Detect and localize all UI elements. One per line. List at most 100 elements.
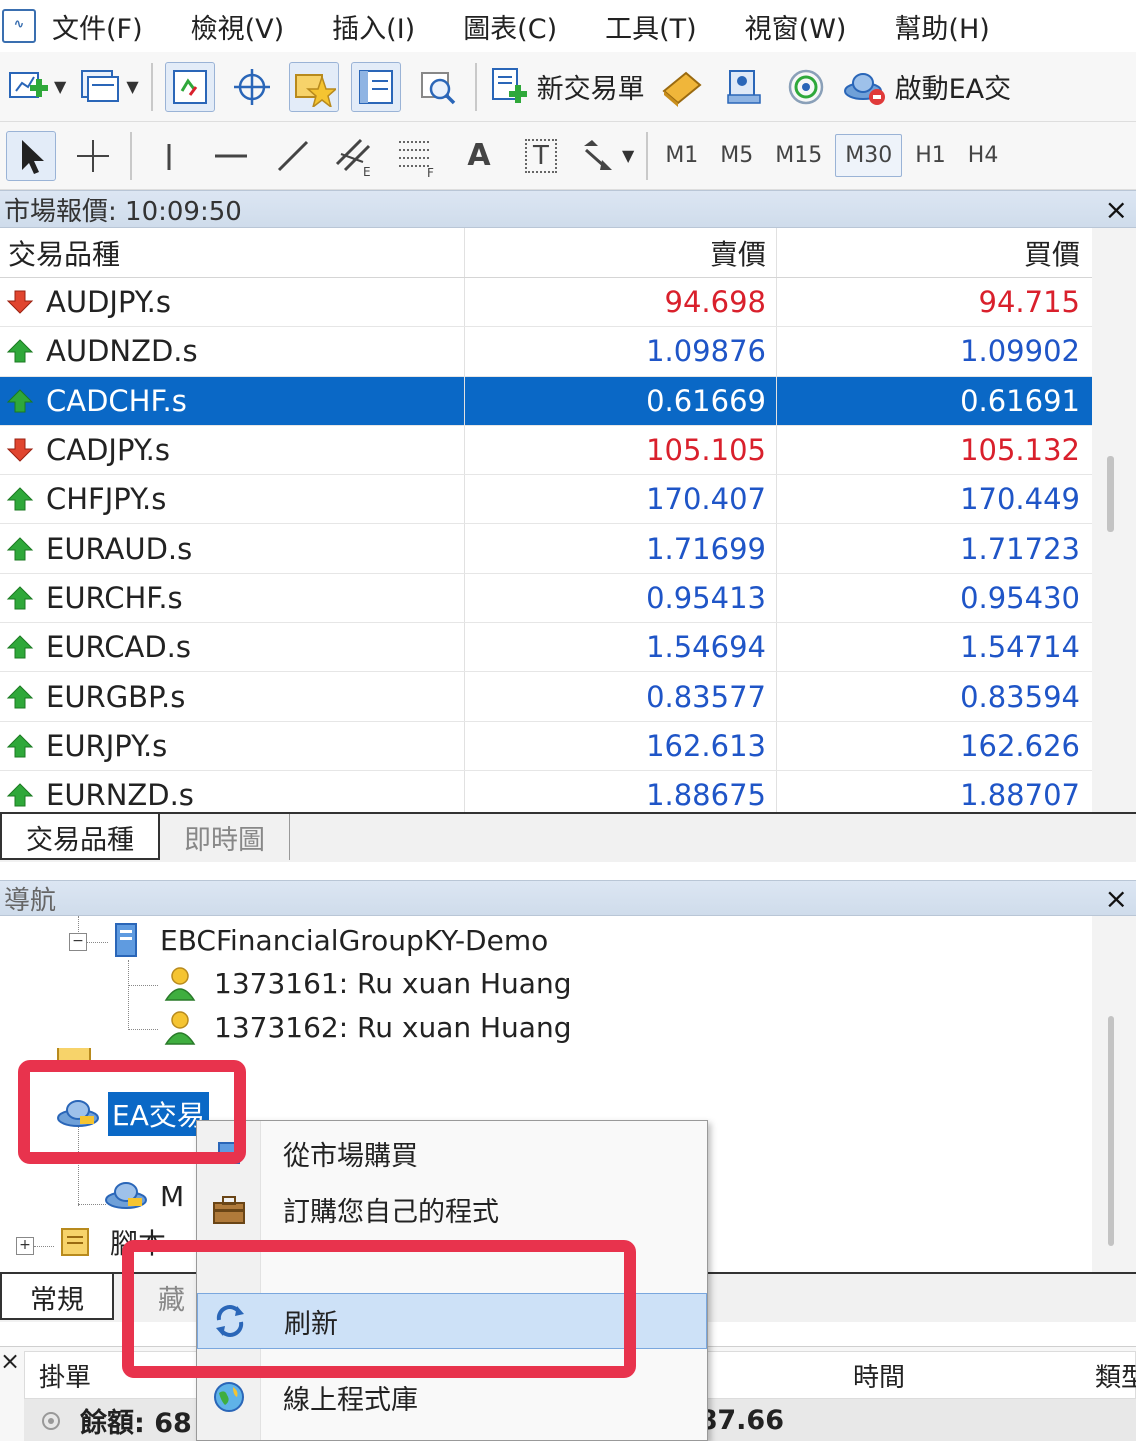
- bid-cell: 0.61669: [465, 376, 777, 425]
- close-icon[interactable]: ×: [0, 1347, 20, 1375]
- symbol-cell: CHFJPY.s: [0, 475, 465, 524]
- cursor-button[interactable]: [6, 130, 56, 181]
- symbol-cell: CADCHF.s: [0, 376, 465, 425]
- strategy-tester-button[interactable]: [413, 62, 463, 112]
- new-chart-button[interactable]: ▼: [6, 62, 66, 112]
- menu-tools[interactable]: 工具(T): [605, 7, 697, 46]
- column-header-order[interactable]: 掛單: [39, 1357, 91, 1394]
- symbol-cell: EURAUD.s: [0, 524, 465, 573]
- timeframe-m5[interactable]: M5: [711, 135, 762, 176]
- timeframe-m1[interactable]: M1: [656, 135, 707, 176]
- price-down-arrow-icon: [6, 438, 34, 462]
- tree-server-node[interactable]: EBCFinancialGroupKY-Demo: [110, 920, 548, 960]
- table-row[interactable]: EURJPY.s 162.613 162.626: [0, 721, 1092, 771]
- menu-item-order-own-program[interactable]: 訂購您自己的程式: [197, 1181, 707, 1237]
- trendline-button[interactable]: [268, 131, 318, 181]
- horizontal-line-icon: [215, 154, 247, 157]
- autotrading-button[interactable]: 啟動EA交: [843, 62, 1011, 112]
- community-button[interactable]: [719, 62, 769, 112]
- server-label: EBCFinancialGroupKY-Demo: [160, 923, 549, 957]
- column-header-ask[interactable]: 買價: [777, 228, 1090, 277]
- ask-cell: 105.132: [960, 433, 1080, 468]
- table-row[interactable]: CHFJPY.s 170.407 170.449: [0, 475, 1092, 525]
- expand-toggle[interactable]: +: [16, 1237, 34, 1255]
- timeframe-h4[interactable]: H4: [959, 135, 1008, 176]
- bid-cell: 1.09876: [465, 327, 777, 376]
- tree-ea-child-node[interactable]: M: [104, 1178, 184, 1214]
- table-row[interactable]: CADCHF.s 0.61669 0.61691: [0, 376, 1092, 426]
- column-header-bid[interactable]: 賣價: [465, 228, 777, 277]
- navigator-button[interactable]: [288, 61, 339, 112]
- table-row[interactable]: AUDNZD.s 1.09876 1.09902: [0, 327, 1092, 377]
- column-header-time[interactable]: 時間: [853, 1357, 905, 1394]
- menu-help[interactable]: 幫助(H): [894, 7, 989, 46]
- collapse-toggle[interactable]: −: [69, 933, 87, 951]
- channel-icon: E: [335, 138, 371, 178]
- line-studies-toolbar: E F A T ▼ M1 M5 M15 M30 H1 H4: [0, 122, 1136, 190]
- new-order-button[interactable]: 新交易單: [489, 62, 645, 112]
- table-row[interactable]: EURAUD.s 1.71699 1.71723: [0, 524, 1092, 574]
- menu-window[interactable]: 視窗(W): [745, 7, 847, 46]
- crosshair-tool-button[interactable]: [68, 131, 118, 181]
- bid-cell: 162.613: [465, 721, 777, 770]
- ask-cell: 94.715: [978, 285, 1080, 320]
- symbol-name: EURCAD.s: [46, 630, 191, 665]
- horizontal-line-button[interactable]: [206, 131, 256, 181]
- table-row[interactable]: EURCAD.s 1.54694 1.54714: [0, 623, 1092, 673]
- tree-account-node[interactable]: 1373162: Ru xuan Huang: [162, 1008, 571, 1046]
- symbol-cell: EURJPY.s: [0, 721, 465, 770]
- table-row[interactable]: CADJPY.s 105.105 105.132: [0, 425, 1092, 476]
- trendline-icon: [277, 140, 309, 171]
- tree-line: [86, 942, 108, 943]
- text-tool-button[interactable]: A: [454, 131, 504, 181]
- menu-file[interactable]: 文件(F): [52, 7, 143, 46]
- vertical-line-button[interactable]: [144, 131, 194, 181]
- table-row[interactable]: EURCHF.s 0.95413 0.95430: [0, 573, 1092, 624]
- price-up-arrow-icon: [6, 635, 34, 659]
- data-window-button[interactable]: [227, 62, 277, 112]
- menu-item-label: 線上程式庫: [283, 1384, 418, 1416]
- profiles-icon: [81, 69, 120, 102]
- menu-insert[interactable]: 插入(I): [332, 7, 415, 46]
- menu-view[interactable]: 檢視(V): [191, 7, 285, 46]
- account-label: 1373161: Ru xuan Huang: [214, 966, 572, 1000]
- price-up-arrow-icon: [6, 586, 34, 610]
- terminal-button[interactable]: [350, 61, 401, 112]
- scrollbar-thumb[interactable]: [1108, 1016, 1114, 1246]
- column-header-symbol[interactable]: 交易品種: [0, 228, 465, 277]
- close-icon[interactable]: ×: [1105, 882, 1128, 915]
- cursor-arrow-icon: [22, 139, 44, 174]
- navigator-scrollbar[interactable]: [1092, 916, 1136, 1272]
- close-icon[interactable]: ×: [1105, 193, 1128, 226]
- equidistant-channel-button[interactable]: E: [330, 131, 380, 181]
- menu-charts[interactable]: 圖表(C): [463, 7, 557, 46]
- tab-tick-chart[interactable]: 即時圖: [160, 814, 290, 860]
- bid-cell: 1.54694: [465, 623, 777, 672]
- fibonacci-button[interactable]: F: [392, 131, 442, 181]
- market-watch-scrollbar[interactable]: [1092, 228, 1136, 812]
- tab-symbols[interactable]: 交易品種: [0, 814, 160, 860]
- autotrading-hat-icon: [843, 72, 885, 105]
- market-watch-button[interactable]: [164, 61, 215, 112]
- timeframe-m30[interactable]: M30: [835, 134, 903, 177]
- table-row[interactable]: AUDJPY.s 94.698 94.715: [0, 278, 1092, 328]
- signals-button[interactable]: [781, 62, 831, 112]
- metaeditor-button[interactable]: [657, 62, 707, 112]
- timeframe-m15[interactable]: M15: [766, 135, 831, 176]
- table-row[interactable]: EURGBP.s 0.83577 0.83594: [0, 672, 1092, 722]
- tab-common[interactable]: 常規: [0, 1274, 114, 1320]
- symbol-cell: AUDJPY.s: [0, 278, 465, 327]
- text-label-button[interactable]: T: [516, 131, 566, 181]
- briefcase-icon: [213, 1196, 245, 1224]
- scrollbar-thumb[interactable]: [1107, 456, 1114, 532]
- table-row[interactable]: EURNZD.s 1.88675 1.88707: [0, 770, 1092, 812]
- timeframe-h1[interactable]: H1: [906, 135, 955, 176]
- tree-account-node[interactable]: 1373161: Ru xuan Huang: [162, 964, 571, 1002]
- ask-cell: 1.09902: [960, 334, 1080, 369]
- profiles-button[interactable]: ▼: [78, 62, 139, 112]
- arrows-button[interactable]: ▼: [578, 131, 634, 181]
- chevron-down-icon: ▼: [54, 77, 67, 96]
- menu-item-buy-from-market[interactable]: 從市場購買: [197, 1125, 707, 1181]
- table-header-row: 交易品種 賣價 買價: [0, 228, 1092, 278]
- column-header-type[interactable]: 類型: [1095, 1357, 1136, 1394]
